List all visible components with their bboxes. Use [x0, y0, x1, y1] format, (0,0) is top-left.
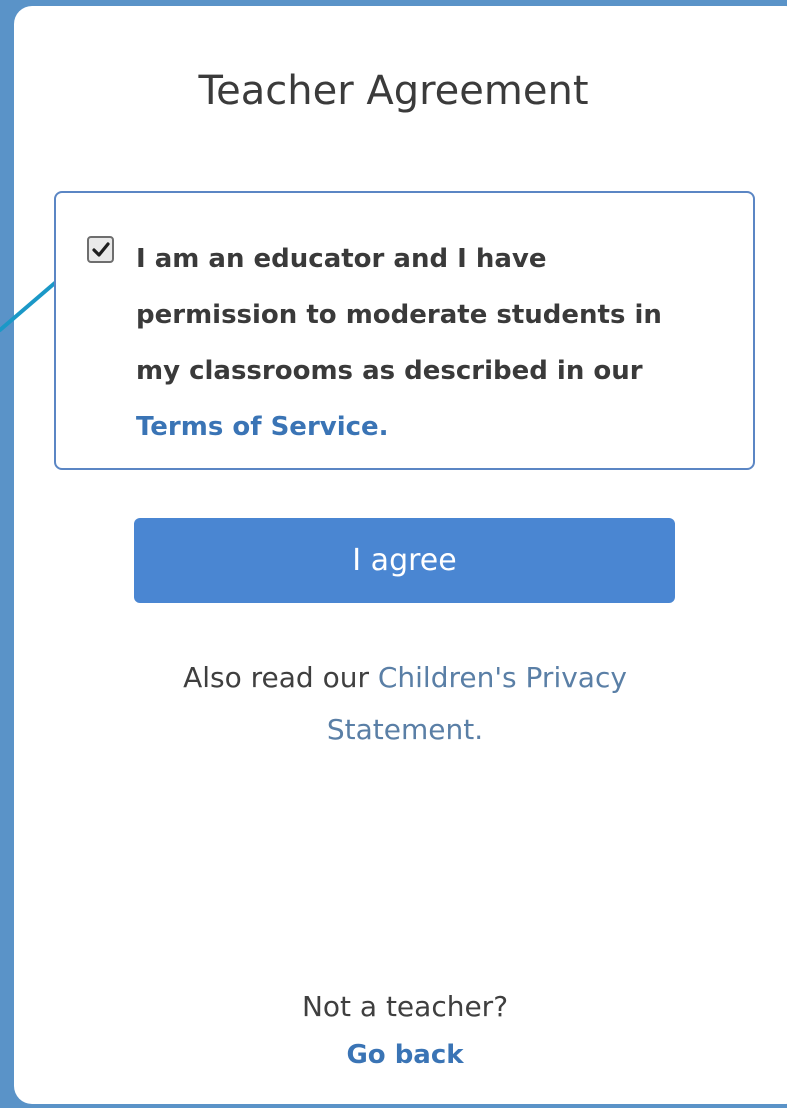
- privacy-notice: Also read our Children's Privacy Stateme…: [0, 652, 787, 756]
- go-back-link[interactable]: Go back: [0, 1040, 787, 1070]
- page-title: Teacher Agreement: [198, 68, 589, 114]
- i-agree-button[interactable]: I agree: [134, 518, 675, 603]
- privacy-statement-link[interactable]: Statement.: [327, 713, 483, 746]
- agreement-line-1: I am an educator and I have: [136, 244, 547, 274]
- checkmark-icon: [91, 241, 110, 257]
- not-teacher-text: Not a teacher?: [301, 990, 509, 1023]
- agreement-text: I am an educator and I have permission t…: [136, 231, 726, 455]
- childrens-privacy-link[interactable]: Children's Privacy: [378, 661, 627, 694]
- agreement-line-2: permission to moderate students in: [136, 300, 662, 330]
- privacy-prefix: Also read our: [183, 661, 378, 694]
- agreement-line-3: my classrooms as described in our: [136, 356, 643, 386]
- terms-of-service-link[interactable]: Terms of Service.: [136, 412, 389, 442]
- educator-checkbox[interactable]: [87, 236, 114, 263]
